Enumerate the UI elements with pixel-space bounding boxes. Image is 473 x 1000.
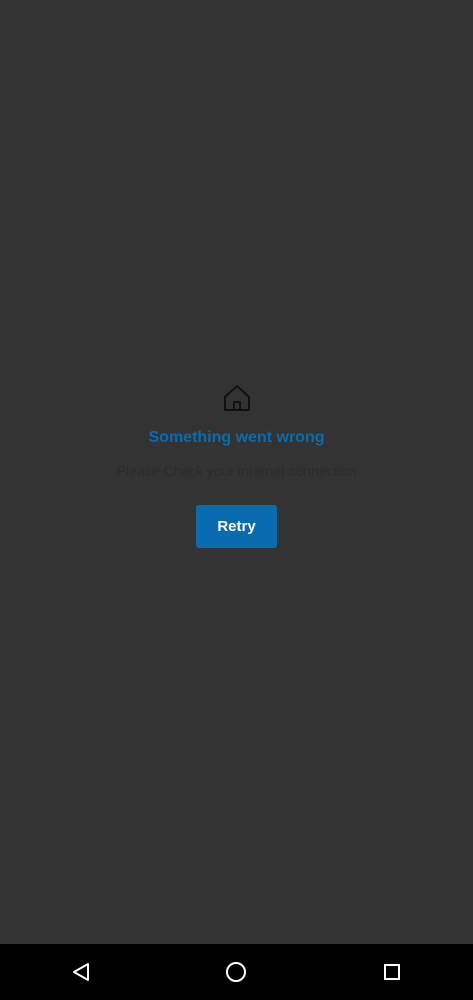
recents-button[interactable] — [362, 944, 422, 1000]
home-icon — [221, 382, 253, 414]
app-screen: Something went wrong Please Check your i… — [0, 0, 473, 944]
back-icon — [71, 962, 91, 982]
recents-icon — [383, 963, 401, 981]
error-state: Something went wrong Please Check your i… — [0, 382, 473, 548]
system-navigation-bar — [0, 944, 473, 1000]
back-button[interactable] — [51, 944, 111, 1000]
error-title: Something went wrong — [148, 429, 325, 446]
home-nav-button[interactable] — [206, 944, 266, 1000]
home-circle-icon — [225, 961, 247, 983]
error-message: Please Check your internet connection — [116, 463, 357, 479]
retry-button[interactable]: Retry — [196, 505, 277, 548]
